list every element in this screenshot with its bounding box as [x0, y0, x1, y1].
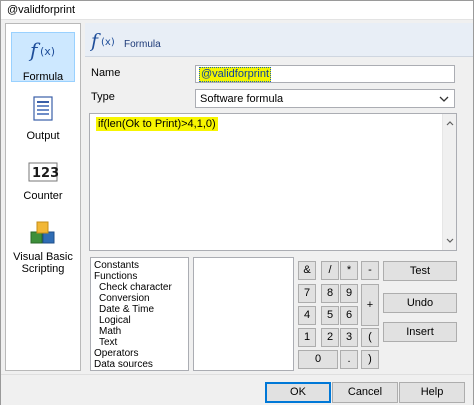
tree-item-constants[interactable]: Constants [94, 260, 139, 271]
section-title: Formula [124, 39, 161, 50]
key-close-paren[interactable]: ) [361, 350, 379, 369]
tree-item-logical[interactable]: Logical [99, 315, 131, 326]
key-6[interactable]: 6 [340, 306, 358, 325]
editor-scrollbar[interactable] [442, 114, 456, 250]
sidebar-item-vb-scripting[interactable]: Visual Basic Scripting [6, 214, 80, 282]
dialog-footer: OK Cancel Help [1, 374, 473, 405]
svg-text:(x): (x) [101, 37, 115, 48]
svg-text:f: f [90, 30, 101, 52]
formula-editor[interactable]: if(len(Ok to Print)>4,1,0) [89, 113, 457, 251]
key-ampersand[interactable]: & [298, 261, 316, 280]
undo-button[interactable]: Undo [383, 293, 457, 313]
key-multiply[interactable]: * [340, 261, 358, 280]
help-button[interactable]: Help [399, 382, 465, 403]
output-icon [32, 96, 54, 125]
chevron-down-icon [439, 94, 449, 106]
key-2[interactable]: 2 [321, 328, 339, 347]
formula-dialog: @validforprint f (x) Formula Output 123 … [0, 0, 474, 405]
tree-item-conversion[interactable]: Conversion [99, 293, 150, 304]
fx-icon: f (x) [89, 26, 120, 56]
key-1[interactable]: 1 [298, 328, 316, 347]
key-5[interactable]: 5 [321, 306, 339, 325]
tree-item-data-sources[interactable]: Data sources [94, 359, 153, 370]
type-select[interactable]: Software formula [195, 89, 455, 108]
vb-script-icon [28, 220, 58, 251]
sidebar-item-counter[interactable]: 123 Counter [6, 152, 80, 208]
test-button[interactable]: Test [383, 261, 457, 281]
counter-icon: 123 [28, 162, 59, 185]
key-9[interactable]: 9 [340, 284, 358, 303]
key-slash[interactable]: / [321, 261, 339, 280]
key-minus[interactable]: - [361, 261, 379, 280]
sidebar-item-label: Formula [22, 71, 64, 83]
title-bar: @validforprint [1, 1, 473, 20]
key-dot[interactable]: . [340, 350, 358, 369]
tree-item-text[interactable]: Text [99, 337, 117, 348]
svg-text:(x): (x) [40, 45, 55, 58]
cancel-button[interactable]: Cancel [332, 382, 398, 403]
window-title: @validforprint [7, 4, 76, 16]
insert-button[interactable]: Insert [383, 322, 457, 342]
sidebar-item-output[interactable]: Output [6, 90, 80, 146]
item-list[interactable] [193, 257, 294, 371]
key-plus[interactable]: + [361, 284, 379, 326]
tree-item-functions[interactable]: Functions [94, 271, 137, 282]
sidebar-item-label: Counter [23, 190, 63, 202]
sidebar-item-label: Output [26, 130, 60, 142]
tree-item-date-time[interactable]: Date & Time [99, 304, 154, 315]
key-7[interactable]: 7 [298, 284, 316, 303]
sidebar-item-label: Visual Basic Scripting [13, 251, 73, 275]
svg-text:123: 123 [32, 166, 58, 181]
key-3[interactable]: 3 [340, 328, 358, 347]
sidebar-item-formula[interactable]: f (x) Formula [6, 28, 80, 84]
sidebar: f (x) Formula Output 123 Counter Visual … [5, 23, 81, 371]
scroll-up-icon[interactable] [446, 117, 454, 129]
name-value: @validforprint [199, 67, 272, 82]
key-4[interactable]: 4 [298, 306, 316, 325]
ok-button[interactable]: OK [265, 382, 331, 403]
function-tree[interactable]: Constants Functions Check character Conv… [90, 257, 189, 371]
name-field[interactable]: @validforprint [195, 65, 455, 83]
key-0[interactable]: 0 [298, 350, 338, 369]
key-8[interactable]: 8 [321, 284, 339, 303]
type-value: Software formula [200, 93, 284, 105]
formula-icon: f (x) [28, 35, 58, 68]
tree-item-math[interactable]: Math [99, 326, 121, 337]
formula-text: if(len(Ok to Print)>4,1,0) [96, 117, 218, 131]
type-label: Type [91, 91, 115, 103]
key-open-paren[interactable]: ( [361, 328, 379, 347]
section-header: f (x) Formula [85, 23, 473, 57]
tree-item-check-character[interactable]: Check character [99, 282, 172, 293]
tree-item-operators[interactable]: Operators [94, 348, 138, 359]
scroll-down-icon[interactable] [446, 235, 454, 247]
name-label: Name [91, 67, 121, 79]
